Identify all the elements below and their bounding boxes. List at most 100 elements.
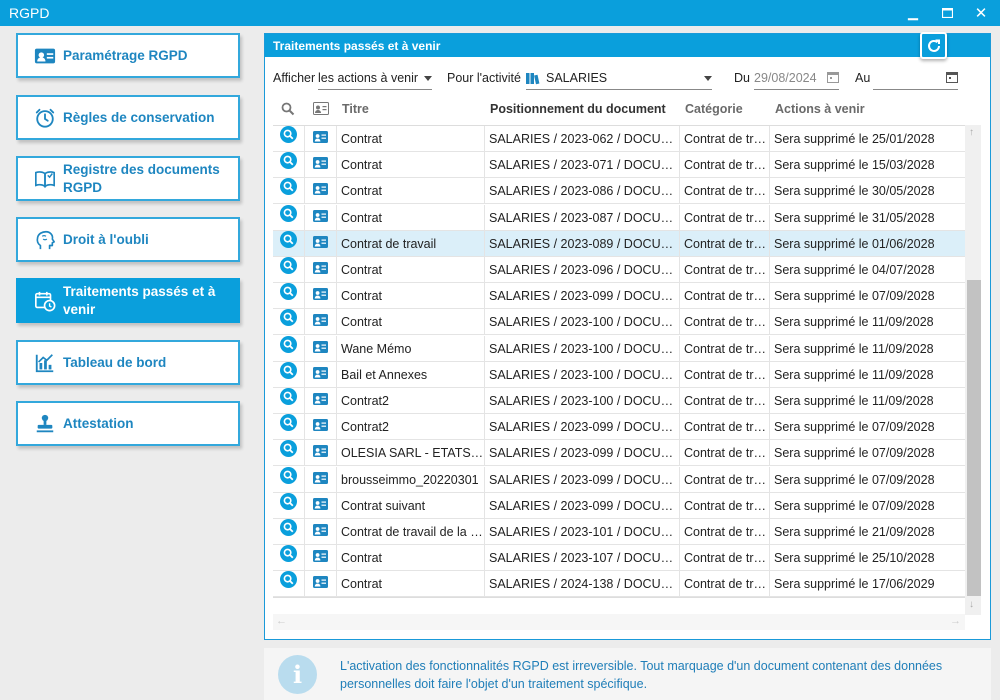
id-card-icon[interactable] [313,419,328,434]
view-document-icon[interactable] [280,204,297,225]
sidebar-item-attestation[interactable]: Attestation [16,401,240,446]
activity-select[interactable]: SALARIES [526,68,712,90]
table-row[interactable]: Wane MémoSALARIES / 2023-100 / DOCUMENTS… [273,335,965,362]
scrollbar-thumb[interactable] [967,280,981,596]
row-title: Contrat [336,204,484,231]
id-card-icon[interactable] [313,209,328,225]
refresh-button[interactable] [920,32,947,59]
view-document-icon[interactable] [280,492,297,513]
table-row[interactable]: Contrat suivant SALARIES / 2023-099 / DOC… [273,492,965,519]
row-action: Sera supprimé le 25/10/2028 [769,545,965,572]
sidebar-item-regles[interactable]: Règles de conservation [16,95,240,140]
view-document-icon[interactable] [280,361,297,382]
table-row[interactable]: Contrat2SALARIES / 2023-099 / DOCUMENTSC… [273,414,965,441]
view-document-icon[interactable] [280,414,297,434]
table-row[interactable]: ContratSALARIES / 2023-062 / DOCUMENTSCo… [273,126,965,152]
view-document-icon[interactable] [280,466,297,487]
table-row[interactable]: OLESIA SARL - ETATS FINANCIERSSALARIES /… [273,440,965,467]
sidebar-item-parametrage[interactable]: Paramétrage RGPD [16,33,240,78]
search-icon[interactable] [281,102,295,116]
view-document-icon[interactable] [280,335,297,356]
row-card-cell [304,361,336,388]
view-document-icon[interactable] [280,309,297,329]
id-card-icon[interactable] [313,183,328,198]
view-document-icon[interactable] [280,283,297,303]
id-card-icon[interactable] [313,576,328,591]
row-action: Sera supprimé le 21/09/2028 [769,519,965,545]
table-row[interactable]: Contrat de travail de la salariéeSALARIE… [273,519,965,545]
column-header-title[interactable]: Titre [342,102,369,116]
row-category: Contrat de travail [679,283,769,310]
id-card-icon[interactable] [313,497,328,513]
row-title: Contrat suivant [336,492,484,519]
column-header-actions[interactable]: Actions à venir [775,102,865,116]
id-card-icon[interactable] [313,471,328,487]
view-document-icon[interactable] [280,545,297,565]
view-document-icon[interactable] [280,571,297,591]
id-card-icon[interactable] [313,157,328,172]
id-card-icon[interactable] [313,131,328,146]
view-document-icon[interactable] [280,178,297,198]
row-action: Sera supprimé le 04/07/2028 [769,257,965,283]
id-card-icon[interactable] [313,550,328,565]
table-row[interactable]: Contrat2SALARIES / 2023-100 / DOCUMENTSC… [273,388,965,414]
table-row[interactable]: ContratSALARIES / 2023-086 / DOCUMENTSCo… [273,178,965,205]
scroll-right-icon[interactable]: → [950,615,961,627]
row-category: Contrat de travail [679,257,769,283]
view-document-icon[interactable] [280,230,297,251]
table-row[interactable]: ContratSALARIES / 2024-138 / DOCUMENTSCo… [273,571,965,597]
view-document-icon[interactable] [280,519,297,539]
table-row[interactable]: brousseimmo_20220301 SALARIES / 2023-099 … [273,466,965,493]
table-row[interactable]: ContratSALARIES / 2023-096 / DOCUMENTSCo… [273,257,965,283]
from-date-field[interactable]: 29/08/2024 [754,68,839,90]
sidebar-item-registre[interactable]: Registre des documents RGPD [16,156,240,201]
table-row[interactable]: ContratSALARIES / 2023-087 / DOCUMENTSCo… [273,204,965,231]
id-card-icon[interactable] [313,235,328,251]
row-title: Contrat [336,152,484,179]
table-row[interactable]: ContratSALARIES / 2023-107 / DOCUMENTSCo… [273,545,965,572]
to-date-field[interactable] [873,68,958,90]
id-card-icon[interactable] [313,366,328,382]
row-search-cell [273,440,304,466]
minimize-icon[interactable]: ▁ [898,3,928,23]
row-card-cell [304,309,336,336]
maximize-icon[interactable] [932,3,962,23]
table-row[interactable]: ContratSALARIES / 2023-071 / DOCUMENTSCo… [273,152,965,179]
scroll-left-icon[interactable]: ← [276,615,287,627]
column-header-position[interactable]: Positionnement du document [490,102,666,116]
from-label: Du [734,71,750,85]
row-title: Contrat [336,309,484,336]
view-document-icon[interactable] [280,152,297,172]
row-search-cell [273,283,304,309]
view-document-icon[interactable] [280,126,297,146]
table-row[interactable]: ContratSALARIES / 2023-099 / DOCUMENTSCo… [273,283,965,310]
table-row[interactable]: ContratSALARIES / 2023-100 / DOCUMENTSCo… [273,309,965,336]
view-document-icon[interactable] [280,440,297,460]
column-header-category[interactable]: Catégorie [685,102,743,116]
table-row[interactable]: Contrat de travail SALARIES / 2023-089 / … [273,230,965,257]
sidebar-item-droit-oubli[interactable]: Droit à l'oubli [16,217,240,262]
row-search-cell [273,545,304,571]
id-card-icon[interactable] [313,288,328,303]
table-row[interactable]: Bail et Annexes SALARIES / 2023-100 / DOC… [273,361,965,388]
scroll-down-icon[interactable]: ↓ [969,599,977,610]
id-card-icon[interactable] [313,524,328,539]
row-category: Contrat de travail [679,152,769,179]
row-position: SALARIES / 2023-099 / DOCUMENTS [484,440,679,467]
close-icon[interactable]: ✕ [966,3,996,23]
view-document-icon[interactable] [280,388,297,408]
horizontal-scrollbar[interactable]: ← → [273,614,965,630]
id-card-icon[interactable] [313,393,328,408]
vertical-scrollbar[interactable]: ↑ ↓ [965,125,981,615]
row-action: Sera supprimé le 11/09/2028 [769,335,965,362]
view-document-icon[interactable] [280,257,297,277]
sidebar-item-tableau-bord[interactable]: Tableau de bord [16,340,240,385]
scroll-up-icon[interactable]: ↑ [969,127,977,138]
id-card-icon[interactable] [313,262,328,277]
sidebar-item-traitements[interactable]: Traitements passés et à venir [16,278,240,323]
id-card-icon[interactable] [313,340,328,356]
id-card-icon[interactable] [313,314,328,329]
show-select[interactable]: les actions à venir [318,68,432,90]
id-card-icon[interactable] [313,445,328,460]
row-search-cell [273,178,304,204]
